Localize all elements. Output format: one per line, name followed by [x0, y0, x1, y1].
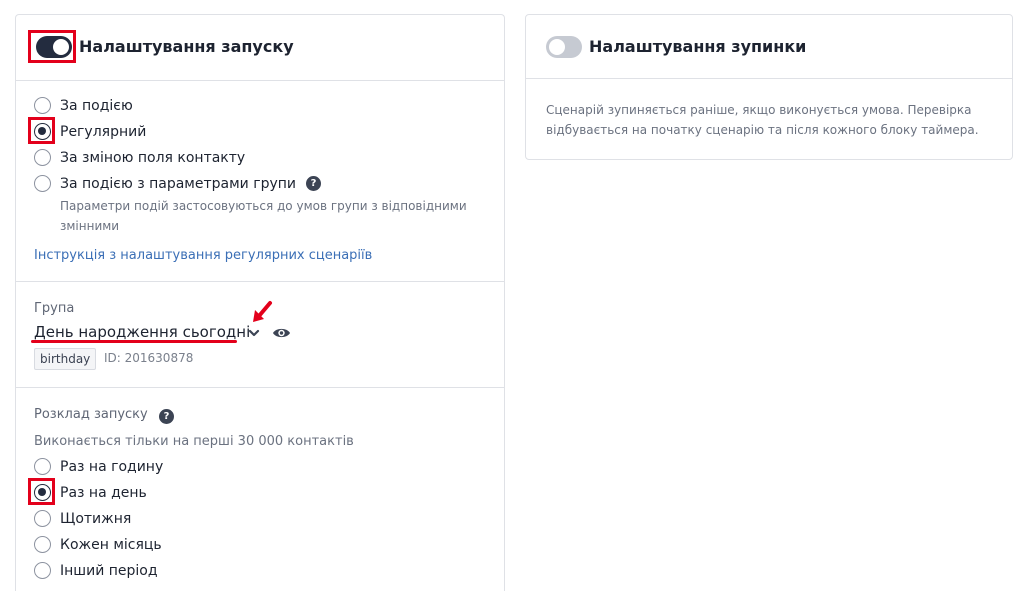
radio-button[interactable] — [34, 149, 51, 166]
radio-label: За подією — [60, 98, 133, 114]
stop-settings-header: Налаштування зупинки — [526, 15, 1012, 79]
start-settings-title: Налаштування запуску — [79, 37, 294, 56]
radio-button[interactable] — [34, 97, 51, 114]
section-divider — [16, 281, 504, 282]
radio-button[interactable] — [34, 536, 51, 553]
hint-line: змінними — [60, 219, 120, 233]
stop-settings-panel: Налаштування зупинки Сценарій зупиняєтьс… — [525, 14, 1013, 160]
group-id: ID: 201630878 — [104, 351, 194, 365]
radio-label: Інший період — [60, 563, 158, 579]
annotation-box-regular-radio — [28, 117, 55, 144]
chevron-down-icon[interactable] — [248, 328, 260, 338]
stop-settings-title: Налаштування зупинки — [589, 37, 807, 56]
group-tag: birthday — [34, 348, 97, 370]
stop-settings-description: Сценарій зупиняється раніше, якщо викону… — [546, 100, 996, 140]
group-params-hint: Параметри подій застосовуються до умов г… — [60, 196, 480, 236]
schedule-label: Розклад запуску — [34, 407, 148, 422]
radio-button[interactable] — [34, 458, 51, 475]
red-arrow-icon — [253, 301, 272, 322]
question-circle-icon[interactable]: ? — [159, 409, 174, 424]
group-select-value[interactable]: День народження сьогодні — [34, 323, 250, 341]
description-line: Сценарій зупиняється раніше, якщо викону… — [546, 103, 972, 117]
group-label: Група — [34, 301, 75, 316]
annotation-underline-group — [31, 340, 237, 343]
radio-button[interactable] — [34, 562, 51, 579]
stop-settings-toggle[interactable] — [546, 36, 582, 58]
schedule-hint: Виконається тільки на перші 30 000 конта… — [34, 434, 354, 449]
annotation-box-start-toggle — [28, 30, 76, 63]
start-settings-header: Налаштування запуску — [16, 15, 504, 81]
radio-label: Раз на годину — [60, 459, 164, 475]
eye-icon[interactable] — [272, 326, 291, 340]
radio-label: Раз на день — [60, 485, 147, 501]
radio-label: Щотижня — [60, 511, 132, 527]
regular-scenarios-instruction-link[interactable]: Інструкція з налаштування регулярних сце… — [34, 248, 372, 263]
question-circle-icon[interactable]: ? — [306, 176, 321, 191]
radio-label: За зміною поля контакту — [60, 150, 246, 166]
toggle-knob — [549, 39, 565, 55]
radio-label: За подією з параметрами групи — [60, 176, 296, 192]
radio-button[interactable] — [34, 510, 51, 527]
radio-label: Кожен місяць — [60, 537, 162, 553]
radio-label: Регулярний — [60, 124, 147, 140]
section-divider — [16, 387, 504, 388]
description-line: відбувається на початку сценарію та післ… — [546, 123, 979, 137]
radio-button[interactable] — [34, 175, 51, 192]
annotation-box-daily-radio — [28, 478, 55, 505]
hint-line: Параметри подій застосовуються до умов г… — [60, 199, 467, 213]
